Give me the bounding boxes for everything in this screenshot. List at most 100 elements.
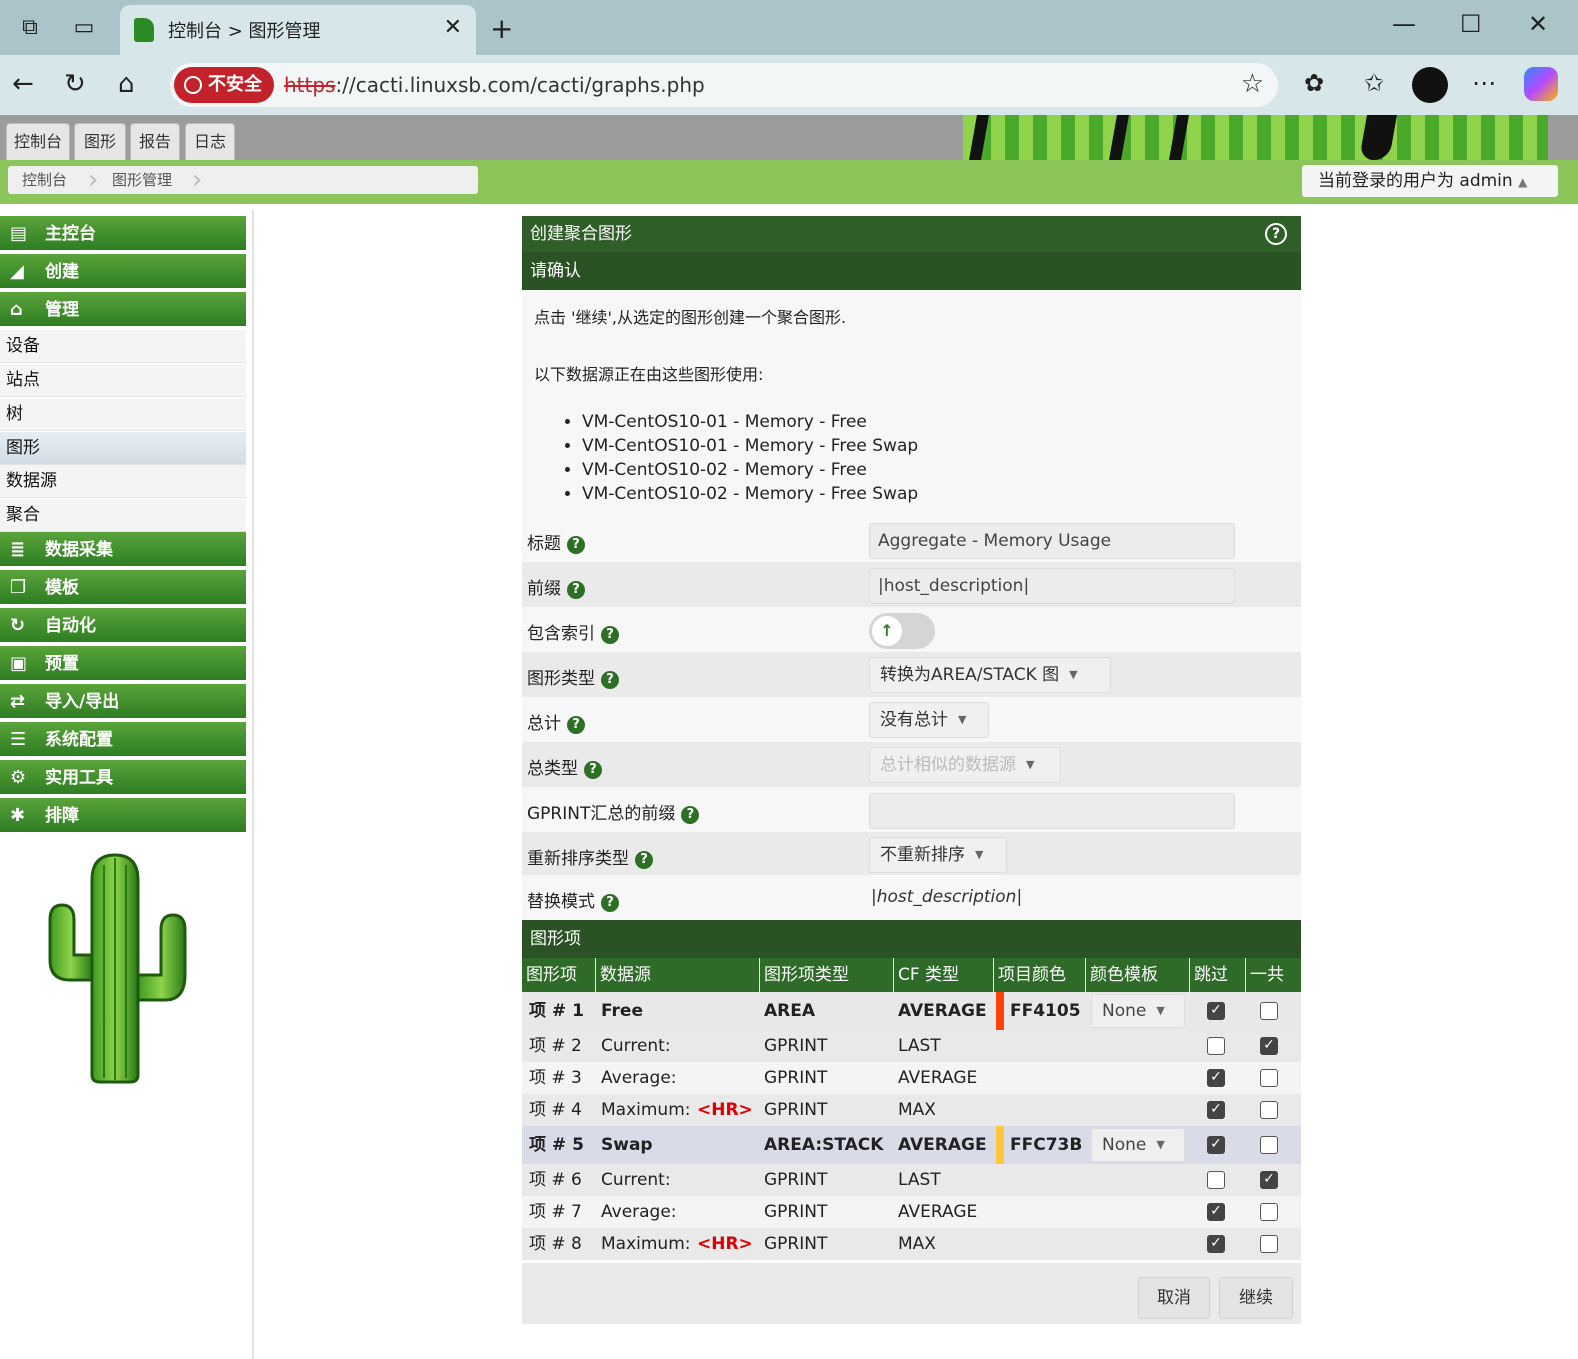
panel-header: 创建聚合图形 ? [522,216,1301,252]
more-menu-icon[interactable]: ⋯ [1472,69,1496,97]
browser-tab-active[interactable]: 控制台 > 图形管理 ✕ [120,5,476,55]
help-icon[interactable]: ? [567,716,585,734]
row-item-type: GPRINT [764,1100,828,1120]
skip-checkbox[interactable]: ✓ [1207,1136,1225,1154]
sidebar-utilities[interactable]: ⚙ 实用工具 [0,760,246,796]
total-checkbox[interactable] [1260,1002,1278,1020]
list-item: VM-CentOS10-02 - Memory - Free [582,458,918,482]
tab-graphs[interactable]: 图形 [74,123,126,160]
chevron-down-icon: ▼ [958,713,967,726]
help-icon[interactable]: ? [601,894,619,912]
total-type-select[interactable]: 总计相似的数据源 ▼ [869,747,1061,783]
help-icon[interactable]: ? [601,671,619,689]
sidebar-create[interactable]: ◢ 创建 [0,254,246,290]
skip-checkbox[interactable]: ✓ [1207,1002,1225,1020]
sidebar-presets[interactable]: ▣ 预置 [0,646,246,682]
help-icon[interactable]: ? [635,851,653,869]
sidebar-label: 系统配置 [45,730,113,750]
skip-checkbox[interactable]: ✓ [1207,1069,1225,1087]
row-item-type: GPRINT [764,1234,828,1254]
row-item-label: 项 # 1 [529,1001,584,1021]
skip-checkbox[interactable] [1207,1171,1225,1189]
sidebar-item-sites[interactable]: 站点 [0,364,246,397]
row-item-label: 项 # 8 [529,1234,582,1254]
sidebar-main-console[interactable]: ▤ 主控台 [0,216,246,252]
maximize-icon[interactable]: ☐ [1460,10,1482,38]
skip-checkbox[interactable]: ✓ [1207,1101,1225,1119]
cancel-button[interactable]: 取消 [1138,1277,1210,1319]
url-text[interactable]: https://cacti.linuxsb.com/cacti/graphs.p… [284,73,705,97]
total-checkbox[interactable] [1260,1101,1278,1119]
sidebar-item-data-sources[interactable]: 数据源 [0,465,246,498]
prefix-input[interactable]: |host_description| [869,568,1235,604]
tab-logs[interactable]: 日志 [185,123,235,160]
total-checkbox[interactable]: ✓ [1260,1037,1278,1055]
help-icon[interactable]: ? [584,761,602,779]
row-data-source: Swap [601,1135,653,1155]
skip-checkbox[interactable]: ✓ [1207,1235,1225,1253]
continue-button[interactable]: 继续 [1219,1277,1293,1319]
sidebar-management[interactable]: ⌂ 管理 [0,292,246,328]
breadcrumb-graph-management[interactable]: 图形管理 [112,166,172,194]
sidebar-import-export[interactable]: ⇄ 导入/导出 [0,684,246,720]
favorites-icon[interactable]: ✩ [1364,69,1384,97]
title-input[interactable]: Aggregate - Memory Usage [869,523,1235,559]
include-index-toggle[interactable]: ↑ [869,613,935,649]
total-checkbox[interactable] [1260,1235,1278,1253]
color-template-select[interactable]: None ▼ [1091,1128,1185,1162]
title-label: 标题 [527,534,561,554]
total-select[interactable]: 没有总计 ▼ [869,702,989,738]
close-window-icon[interactable]: ✕ [1528,10,1548,38]
form-footer: 取消 继续 [522,1263,1301,1324]
sidebar-automation[interactable]: ↻ 自动化 [0,608,246,644]
col-total: 一共 [1250,965,1284,985]
sidebar-troubleshooting[interactable]: ✱ 排障 [0,798,246,834]
color-template-select[interactable]: None ▼ [1091,994,1185,1028]
reorder-select[interactable]: 不重新排序 ▼ [869,837,1007,873]
close-tab-icon[interactable]: ✕ [444,15,462,40]
tab-console[interactable]: 控制台 [6,123,70,160]
help-icon[interactable]: ? [1265,223,1287,245]
help-icon[interactable]: ? [601,626,619,644]
skip-checkbox[interactable] [1207,1037,1225,1055]
not-secure-badge[interactable]: 不安全 [174,67,274,103]
sidebar-item-trees[interactable]: 树 [0,398,246,431]
breadcrumb-console[interactable]: 控制台 [22,166,67,194]
graph-items-header: 图形项 [522,920,1301,958]
copilot-icon[interactable] [1524,67,1558,101]
back-icon[interactable]: ← [12,69,34,99]
skip-checkbox[interactable]: ✓ [1207,1203,1225,1221]
sidebar-item-aggregates[interactable]: 聚合 [0,499,246,532]
minimize-icon[interactable]: — [1392,10,1416,38]
new-tab-icon[interactable]: + [490,12,513,45]
sidebar-label: 创建 [45,262,79,282]
profile-avatar[interactable] [1412,67,1448,103]
sidebar-templates[interactable]: ❐ 模板 [0,570,246,606]
help-icon[interactable]: ? [567,581,585,599]
total-type-label: 总类型 [527,759,578,779]
help-icon[interactable]: ? [567,536,585,554]
sidebar-data-collection[interactable]: ≣ 数据采集 [0,532,246,568]
total-checkbox[interactable]: ✓ [1260,1171,1278,1189]
breadcrumb-bar: 控制台 › 图形管理 › 当前登录的用户为 admin ▲ [0,160,1578,204]
total-checkbox[interactable] [1260,1069,1278,1087]
reload-icon[interactable]: ↻ [64,69,86,99]
sidebar-item-devices[interactable]: 设备 [0,330,246,363]
cacti-favicon-icon [134,18,154,42]
total-checkbox[interactable] [1260,1136,1278,1154]
tab-reports[interactable]: 报告 [130,123,180,160]
address-bar[interactable]: 不安全 https://cacti.linuxsb.com/cacti/grap… [170,63,1278,107]
graph-type-select[interactable]: 转换为AREA/STACK 图 ▼ [869,657,1111,693]
sidebar-configuration[interactable]: ☰ 系统配置 [0,722,246,758]
total-checkbox[interactable] [1260,1203,1278,1221]
home-icon[interactable]: ⌂ [118,69,135,99]
sidebar-item-graphs[interactable]: 图形 [0,432,246,465]
user-menu[interactable]: 当前登录的用户为 admin ▲ [1302,165,1558,197]
workspaces-icon[interactable]: ⧉ [16,14,44,42]
extensions-icon[interactable]: ✿ [1304,69,1324,97]
vertical-tabs-icon[interactable]: ▭ [70,14,98,42]
replace-value: |host_description| [871,887,1023,907]
help-icon[interactable]: ? [681,806,700,824]
gprint-prefix-input[interactable] [869,793,1235,829]
favorite-star-icon[interactable]: ☆ [1241,69,1264,99]
